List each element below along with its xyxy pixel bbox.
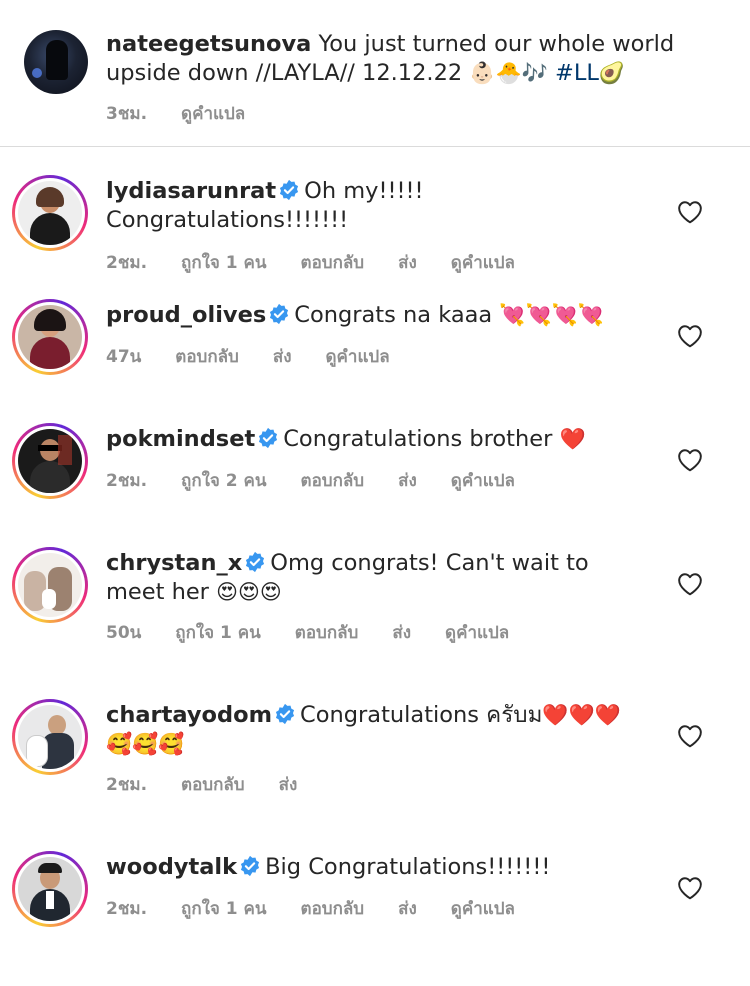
like-heart-icon[interactable] — [677, 572, 703, 596]
comment-time: 47น — [106, 347, 142, 367]
caption-username[interactable]: nateegetsunova — [106, 31, 311, 57]
reply-button[interactable]: ตอบกลับ — [301, 467, 365, 494]
translate-button[interactable]: ดูคำแปล — [451, 249, 515, 276]
like-heart-icon[interactable] — [677, 324, 703, 348]
comment-text: Congratulations brother — [283, 426, 553, 452]
comment-item: woodytalk Big Congratulations!!!!!!! 2ชม.… — [0, 851, 750, 961]
reply-button[interactable]: ตอบกลับ — [175, 343, 239, 370]
like-heart-icon[interactable] — [677, 448, 703, 472]
translate-button[interactable]: ดูคำแปล — [451, 895, 515, 922]
send-button[interactable]: ส่ง — [279, 771, 298, 798]
send-button[interactable]: ส่ง — [398, 467, 417, 494]
comment-meta: 2ชม. ถูกใจ 2 คน ตอบกลับ ส่ง ดูคำแปล — [106, 467, 515, 494]
reply-button[interactable]: ตอบกลับ — [301, 249, 365, 276]
comment-body: woodytalk Big Congratulations!!!!!!! — [106, 853, 646, 882]
comment-item: chartayodom Congratulations ครับม❤️❤️❤️🥰🥰… — [0, 699, 750, 851]
comment-text: Congratulations ครับม — [300, 702, 543, 728]
comment-item: proud_olives Congrats na kaaa 💘💘💘💘 47น ตอ… — [0, 299, 750, 423]
comment-time: 2ชม. — [106, 899, 148, 919]
comment-meta: 2ชม. ตอบกลับ ส่ง — [106, 771, 297, 798]
comment-emojis: 😍😍😍 — [216, 580, 282, 604]
comment-body: proud_olives Congrats na kaaa 💘💘💘💘 — [106, 301, 646, 330]
verified-badge-icon — [246, 551, 265, 573]
reply-button[interactable]: ตอบกลับ — [181, 771, 245, 798]
comment-username[interactable]: lydiasarunrat — [106, 178, 276, 204]
send-button[interactable]: ส่ง — [398, 249, 417, 276]
like-heart-icon[interactable] — [677, 724, 703, 748]
comment-time: 50น — [106, 623, 142, 643]
caption-emojis: 👶🏻🐣🎶 — [469, 61, 548, 85]
comment-likes[interactable]: ถูกใจ 2 คน — [181, 467, 267, 494]
send-button[interactable]: ส่ง — [273, 343, 292, 370]
reply-button[interactable]: ตอบกลับ — [295, 619, 359, 646]
reply-button[interactable]: ตอบกลับ — [301, 895, 365, 922]
comment-body: chartayodom Congratulations ครับม❤️❤️❤️🥰🥰… — [106, 701, 646, 759]
verified-badge-icon — [259, 427, 278, 449]
comment-item: chrystan_x Omg congrats! Can't wait to me… — [0, 547, 750, 699]
send-button[interactable]: ส่ง — [392, 619, 411, 646]
send-button[interactable]: ส่ง — [398, 895, 417, 922]
comment-username[interactable]: chartayodom — [106, 702, 272, 728]
comment-avatar[interactable] — [12, 299, 88, 375]
comment-meta: 2ชม. ถูกใจ 1 คน ตอบกลับ ส่ง ดูคำแปล — [106, 249, 515, 276]
caption-body: nateegetsunova You just turned our whole… — [106, 30, 706, 88]
comment-meta: 2ชม. ถูกใจ 1 คน ตอบกลับ ส่ง ดูคำแปล — [106, 895, 515, 922]
verified-badge-icon — [270, 303, 289, 325]
caption-translate-button[interactable]: ดูคำแปล — [181, 100, 245, 127]
comment-meta: 47น ตอบกลับ ส่ง ดูคำแปล — [106, 343, 390, 370]
comment-emojis: ❤️ — [559, 427, 586, 451]
caption-hashtag[interactable]: #LL — [555, 60, 599, 86]
caption-meta: 3ชม. ดูคำแปล — [106, 100, 245, 127]
verified-badge-icon — [275, 703, 295, 725]
translate-button[interactable]: ดูคำแปล — [326, 343, 390, 370]
comment-time: 2ชม. — [106, 775, 148, 795]
comment-emojis: 💘💘💘💘 — [499, 303, 604, 327]
like-heart-icon[interactable] — [677, 200, 703, 224]
caption-avatar[interactable] — [24, 30, 88, 94]
verified-badge-icon — [280, 179, 299, 201]
comment-time: 2ชม. — [106, 253, 148, 273]
comment-username[interactable]: chrystan_x — [106, 550, 242, 576]
like-heart-icon[interactable] — [677, 876, 703, 900]
comment-body: pokmindset Congratulations brother ❤️ — [106, 425, 646, 454]
comment-avatar[interactable] — [12, 175, 88, 251]
comment-username[interactable]: pokmindset — [106, 426, 255, 452]
comment-avatar[interactable] — [12, 699, 88, 775]
comment-text: Congrats na kaaa — [294, 302, 493, 328]
comment-time: 2ชม. — [106, 471, 148, 491]
comment-item: lydiasarunrat Oh my!!!!! Congratulations!… — [0, 147, 750, 299]
comment-meta: 50น ถูกใจ 1 คน ตอบกลับ ส่ง ดูคำแปล — [106, 619, 509, 646]
caption-time: 3ชม. — [106, 104, 148, 124]
caption-emoji-end: 🥑 — [598, 61, 626, 85]
comment-avatar[interactable] — [12, 423, 88, 499]
comment-username[interactable]: proud_olives — [106, 302, 266, 328]
comment-text: Big Congratulations!!!!!!! — [265, 854, 551, 880]
comment-likes[interactable]: ถูกใจ 1 คน — [175, 619, 261, 646]
comment-likes[interactable]: ถูกใจ 1 คน — [181, 249, 267, 276]
translate-button[interactable]: ดูคำแปล — [451, 467, 515, 494]
verified-badge-icon — [241, 855, 260, 877]
translate-button[interactable]: ดูคำแปล — [445, 619, 509, 646]
comment-item: pokmindset Congratulations brother ❤️ 2ชม… — [0, 423, 750, 547]
comment-body: chrystan_x Omg congrats! Can't wait to me… — [106, 549, 646, 607]
comment-avatar[interactable] — [12, 547, 88, 623]
comment-likes[interactable]: ถูกใจ 1 คน — [181, 895, 267, 922]
comment-avatar[interactable] — [12, 851, 88, 927]
comment-username[interactable]: woodytalk — [106, 854, 237, 880]
comment-body: lydiasarunrat Oh my!!!!! Congratulations!… — [106, 177, 646, 235]
post-caption: nateegetsunova You just turned our whole… — [0, 0, 750, 147]
